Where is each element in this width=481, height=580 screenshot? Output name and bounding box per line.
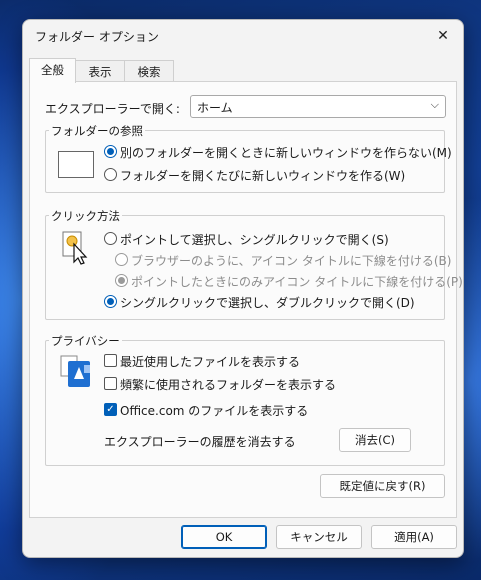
close-icon[interactable]: ✕ bbox=[429, 24, 457, 48]
open-explorer-value: ホーム bbox=[197, 101, 233, 115]
cancel-button[interactable]: キャンセル bbox=[276, 525, 362, 549]
open-explorer-select[interactable]: ホーム ⌵ bbox=[190, 95, 446, 118]
tab-general[interactable]: 全般 bbox=[29, 58, 76, 83]
checkbox-recent-files-label[interactable]: 最近使用したファイルを表示する bbox=[120, 353, 300, 370]
title-bar: フォルダー オプション ✕ bbox=[23, 20, 463, 52]
checkbox-recent-files[interactable] bbox=[104, 354, 117, 367]
open-explorer-label: エクスプローラーで開く: bbox=[45, 102, 180, 116]
checkbox-office-files-label[interactable]: Office.com のファイルを表示する bbox=[120, 402, 308, 419]
radio-single-click-open[interactable] bbox=[104, 232, 117, 245]
restore-defaults-button[interactable]: 既定値に戻す(R) bbox=[320, 474, 445, 498]
folder-options-dialog: フォルダー オプション ✕ 全般 表示 検索 エクスプローラーで開く: ホーム … bbox=[22, 19, 464, 558]
checkbox-office-files[interactable]: ✓ bbox=[104, 403, 117, 416]
ok-button[interactable]: OK bbox=[181, 525, 267, 549]
radio-double-click-open[interactable] bbox=[104, 295, 117, 308]
radio-underline-always[interactable] bbox=[115, 253, 128, 266]
tab-search[interactable]: 検索 bbox=[124, 60, 174, 83]
window-icon bbox=[58, 151, 94, 178]
dialog-title: フォルダー オプション bbox=[35, 30, 159, 44]
radio-underline-on-point-label[interactable]: ポイントしたときにのみアイコン タイトルに下線を付ける(P) bbox=[131, 273, 463, 290]
browse-folders-label: フォルダーの参照 bbox=[49, 123, 145, 139]
quick-access-icon bbox=[58, 353, 94, 392]
radio-underline-on-point[interactable] bbox=[115, 274, 128, 287]
checkbox-frequent-folders[interactable] bbox=[104, 377, 117, 390]
click-cursor-icon bbox=[61, 230, 89, 269]
privacy-label: プライバシー bbox=[49, 333, 122, 349]
checkbox-frequent-folders-label[interactable]: 頻繁に使用されるフォルダーを表示する bbox=[120, 376, 336, 393]
tab-view[interactable]: 表示 bbox=[74, 60, 126, 83]
radio-single-click-open-label[interactable]: ポイントして選択し、シングルクリックで開く(S) bbox=[120, 231, 389, 248]
chevron-down-icon: ⌵ bbox=[430, 98, 439, 111]
clear-history-label: エクスプローラーの履歴を消去する bbox=[104, 435, 296, 449]
apply-button[interactable]: 適用(A) bbox=[371, 525, 457, 549]
radio-double-click-open-label[interactable]: シングルクリックで選択し、ダブルクリックで開く(D) bbox=[120, 294, 415, 311]
click-method-label: クリック方法 bbox=[49, 208, 122, 224]
radio-new-window[interactable] bbox=[104, 168, 117, 181]
radio-underline-always-label[interactable]: ブラウザーのように、アイコン タイトルに下線を付ける(B) bbox=[131, 252, 451, 269]
radio-same-window[interactable] bbox=[104, 145, 117, 158]
radio-new-window-label[interactable]: フォルダーを開くたびに新しいウィンドウを作る(W) bbox=[120, 167, 405, 184]
clear-history-button[interactable]: 消去(C) bbox=[339, 428, 411, 452]
radio-same-window-label[interactable]: 別のフォルダーを開くときに新しいウィンドウを作らない(M) bbox=[120, 144, 452, 161]
